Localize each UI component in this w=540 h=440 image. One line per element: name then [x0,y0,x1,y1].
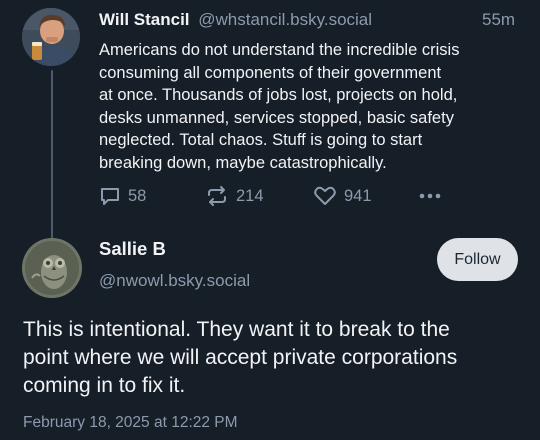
reply-text-line: This is intentional. They want it to bre… [23,318,450,341]
post-text-line: desks unmanned, services stopped, basic … [99,108,454,127]
reply-text: This is intentional. They want it to bre… [23,316,528,400]
thread-connector-line [51,70,53,242]
reply-author-name[interactable]: Sallie B [99,237,166,261]
repost-count: 214 [236,186,264,205]
comment-icon [101,188,119,205]
post-text-line: breaking down, maybe catastrophically. [99,153,387,172]
follow-button[interactable]: Follow [437,238,518,281]
post-actions: 58 214 941 [99,184,459,208]
reply-author-handle[interactable]: @nwowl.bsky.social [99,270,250,292]
repost-icon [208,186,226,206]
post-header: Will Stancil @whstancil.bsky.social [99,9,519,31]
post-timestamp: February 18, 2025 at 12:22 PM [23,414,238,431]
post-text-line: Americans do not understand the incredib… [99,41,460,59]
thread-view: Will Stancil @whstancil.bsky.social 55m … [0,0,540,440]
reply-button[interactable]: 58 [99,184,146,208]
avatar[interactable] [22,238,82,298]
repost-button[interactable]: 214 [205,184,264,208]
owl-coin-avatar [22,238,82,298]
more-options-button[interactable] [417,184,443,208]
reply-text-line: point where we will accept private corpo… [23,346,458,369]
author-name[interactable]: Will Stancil [99,10,190,29]
author-handle[interactable]: @whstancil.bsky.social [198,10,372,29]
post-text-line: consuming all components of their govern… [99,63,442,82]
post-text-line: neglected. Total chaos. Stuff is going t… [99,131,423,149]
like-button[interactable]: 941 [313,184,372,208]
avatar[interactable] [22,8,80,66]
reply-text-line: coming in to fix it. [23,374,186,397]
post-time[interactable]: 55m [482,9,515,31]
reply-count: 58 [128,186,147,205]
heart-icon [314,186,336,205]
more-icon [419,193,441,199]
post-text-line: at once. Thousands of jobs lost, project… [99,86,458,104]
post-text: Americans do not understand the incredib… [99,39,519,174]
avatar-photo [22,8,80,66]
like-count: 941 [344,186,372,205]
